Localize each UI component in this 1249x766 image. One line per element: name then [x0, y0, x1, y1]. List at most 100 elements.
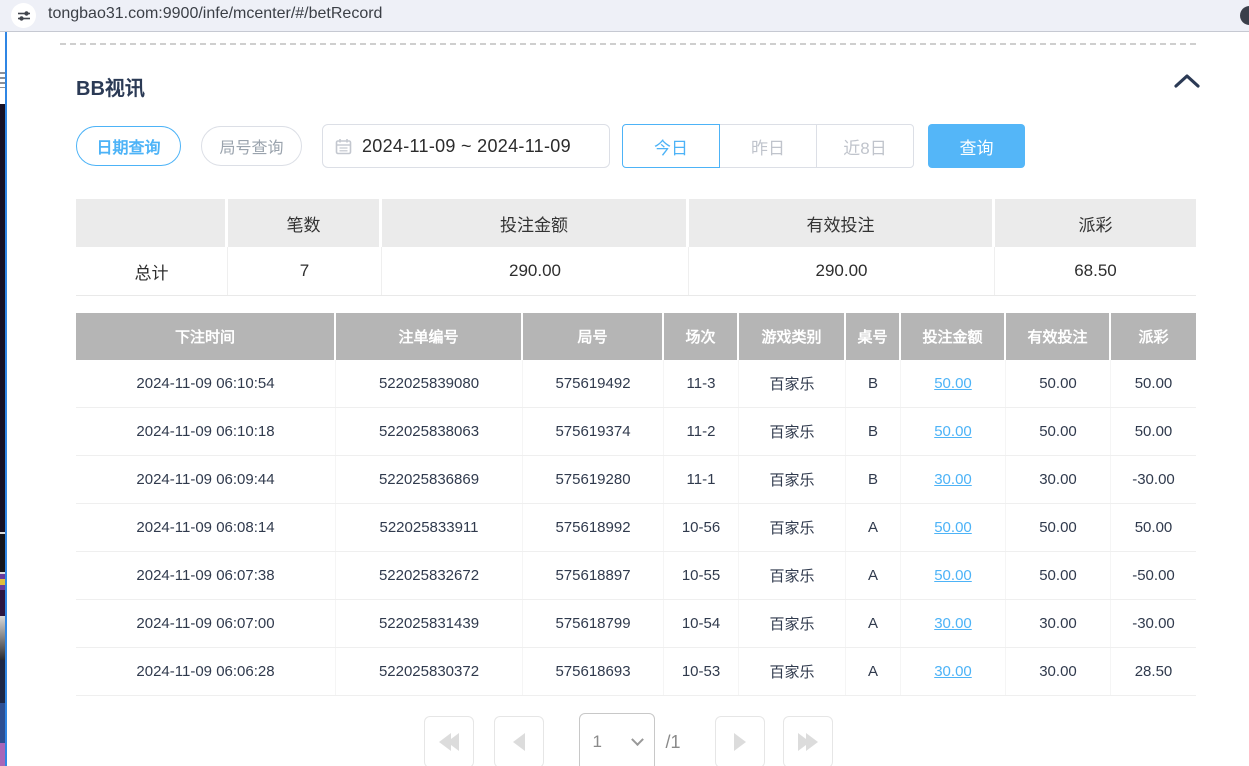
- cell-session: 10-56: [664, 504, 739, 551]
- cell-bet-id: 522025836869: [336, 456, 523, 503]
- header-session: 场次: [664, 313, 739, 360]
- chevron-up-icon[interactable]: [1174, 74, 1200, 93]
- calendar-icon: [335, 138, 352, 155]
- header-valid-bet: 有效投注: [1006, 313, 1111, 360]
- table-row: 2024-11-09 06:08:14 522025833911 5756189…: [76, 504, 1196, 552]
- cell-session: 11-1: [664, 456, 739, 503]
- summary-total-row: 总计 7 290.00 290.00 68.50: [76, 247, 1196, 296]
- header-game-type: 游戏类别: [739, 313, 846, 360]
- cell-game-type: 百家乐: [739, 360, 846, 407]
- cell-bet-amount: 50.00: [901, 360, 1006, 407]
- dashed-divider: [60, 43, 1196, 45]
- page-select[interactable]: 1: [579, 713, 655, 766]
- url-text[interactable]: tongbao31.com:9900/infe/mcenter/#/betRec…: [48, 5, 382, 23]
- cell-bet-id: 522025832672: [336, 552, 523, 599]
- bet-amount-link[interactable]: 50.00: [934, 423, 972, 440]
- total-pages-label: /1: [665, 716, 680, 766]
- quick-last8days-button[interactable]: 近8日: [816, 124, 914, 168]
- cell-session: 10-53: [664, 648, 739, 695]
- date-range-input[interactable]: 2024-11-09 ~ 2024-11-09: [322, 124, 610, 168]
- next-page-button[interactable]: [715, 716, 765, 766]
- cell-session: 11-3: [664, 360, 739, 407]
- cell-round-no: 575619374: [523, 408, 664, 455]
- table-row: 2024-11-09 06:10:18 522025838063 5756193…: [76, 408, 1196, 456]
- cell-valid-bet: 50.00: [1006, 408, 1111, 455]
- bet-amount-link[interactable]: 30.00: [934, 471, 972, 488]
- date-range-value: 2024-11-09 ~ 2024-11-09: [362, 136, 571, 157]
- cell-table-no: A: [846, 600, 901, 647]
- cell-bet-time: 2024-11-09 06:10:18: [76, 408, 336, 455]
- cell-bet-id: 522025831439: [336, 600, 523, 647]
- cell-valid-bet: 50.00: [1006, 360, 1111, 407]
- cell-payout: 50.00: [1111, 360, 1196, 407]
- cell-valid-bet: 30.00: [1006, 648, 1111, 695]
- bet-amount-link[interactable]: 50.00: [934, 375, 972, 392]
- cell-bet-amount: 30.00: [901, 600, 1006, 647]
- bet-amount-link[interactable]: 30.00: [934, 615, 972, 632]
- cell-payout: 50.00: [1111, 504, 1196, 551]
- panel-title: BB视讯: [76, 78, 145, 100]
- cell-table-no: A: [846, 552, 901, 599]
- cell-table-no: A: [846, 504, 901, 551]
- summary-total-payout: 68.50: [995, 247, 1196, 295]
- first-page-button[interactable]: [424, 716, 474, 766]
- cell-bet-time: 2024-11-09 06:07:38: [76, 552, 336, 599]
- site-permissions-icon[interactable]: [11, 3, 36, 28]
- search-button[interactable]: 查询: [928, 124, 1025, 168]
- cell-bet-id: 522025830372: [336, 648, 523, 695]
- cell-session: 11-2: [664, 408, 739, 455]
- round-query-tab[interactable]: 局号查询: [201, 126, 302, 166]
- summary-header-bet-amount: 投注金额: [382, 199, 689, 247]
- cell-bet-amount: 50.00: [901, 408, 1006, 455]
- header-bet-id: 注单编号: [336, 313, 523, 360]
- cell-game-type: 百家乐: [739, 552, 846, 599]
- cell-round-no: 575619492: [523, 360, 664, 407]
- cell-table-no: B: [846, 360, 901, 407]
- screen: tongbao31.com:9900/infe/mcenter/#/betRec…: [0, 0, 1249, 766]
- bet-record-table: 下注时间 注单编号 局号 场次 游戏类别 桌号 投注金额 有效投注 派彩 202…: [76, 313, 1196, 696]
- quick-yesterday-button[interactable]: 昨日: [719, 124, 817, 168]
- browser-account-icon[interactable]: [1240, 6, 1249, 25]
- browser-url-bar[interactable]: tongbao31.com:9900/infe/mcenter/#/betRec…: [0, 0, 1249, 32]
- cell-round-no: 575618992: [523, 504, 664, 551]
- last-page-button[interactable]: [783, 716, 833, 766]
- date-query-tab[interactable]: 日期查询: [76, 126, 181, 166]
- header-bet-time: 下注时间: [76, 313, 336, 360]
- chevron-down-icon: [632, 733, 645, 746]
- cell-game-type: 百家乐: [739, 456, 846, 503]
- cell-valid-bet: 50.00: [1006, 504, 1111, 551]
- cell-bet-amount: 30.00: [901, 648, 1006, 695]
- bet-amount-link[interactable]: 50.00: [934, 519, 972, 536]
- cell-valid-bet: 30.00: [1006, 600, 1111, 647]
- cell-bet-time: 2024-11-09 06:10:54: [76, 360, 336, 407]
- cell-bet-id: 522025839080: [336, 360, 523, 407]
- cell-payout: -50.00: [1111, 552, 1196, 599]
- cell-bet-time: 2024-11-09 06:08:14: [76, 504, 336, 551]
- cell-bet-amount: 30.00: [901, 456, 1006, 503]
- header-round-no: 局号: [523, 313, 664, 360]
- cell-bet-time: 2024-11-09 06:06:28: [76, 648, 336, 695]
- cell-game-type: 百家乐: [739, 408, 846, 455]
- quick-today-button[interactable]: 今日: [622, 124, 720, 168]
- cell-session: 10-55: [664, 552, 739, 599]
- prev-page-button[interactable]: [494, 716, 544, 766]
- table-row: 2024-11-09 06:06:28 522025830372 5756186…: [76, 648, 1196, 696]
- filter-bar: 日期查询 局号查询 2024-11-09 ~ 2024-11-09 今日 昨日 …: [76, 124, 1025, 168]
- cell-bet-id: 522025833911: [336, 504, 523, 551]
- pagination: 1 /1: [8, 716, 1249, 766]
- summary-total-valid-bet: 290.00: [689, 247, 995, 295]
- cell-round-no: 575618693: [523, 648, 664, 695]
- summary-total-label: 总计: [76, 247, 228, 295]
- right-arrow-icon: [734, 733, 746, 751]
- cell-game-type: 百家乐: [739, 600, 846, 647]
- cell-valid-bet: 30.00: [1006, 456, 1111, 503]
- bet-amount-link[interactable]: 30.00: [934, 663, 972, 680]
- table-header-row: 下注时间 注单编号 局号 场次 游戏类别 桌号 投注金额 有效投注 派彩: [76, 313, 1196, 360]
- cell-table-no: A: [846, 648, 901, 695]
- cell-session: 10-54: [664, 600, 739, 647]
- quick-range-group: 今日 昨日 近8日: [622, 124, 914, 168]
- cell-valid-bet: 50.00: [1006, 552, 1111, 599]
- header-table-no: 桌号: [846, 313, 901, 360]
- bet-amount-link[interactable]: 50.00: [934, 567, 972, 584]
- cell-round-no: 575619280: [523, 456, 664, 503]
